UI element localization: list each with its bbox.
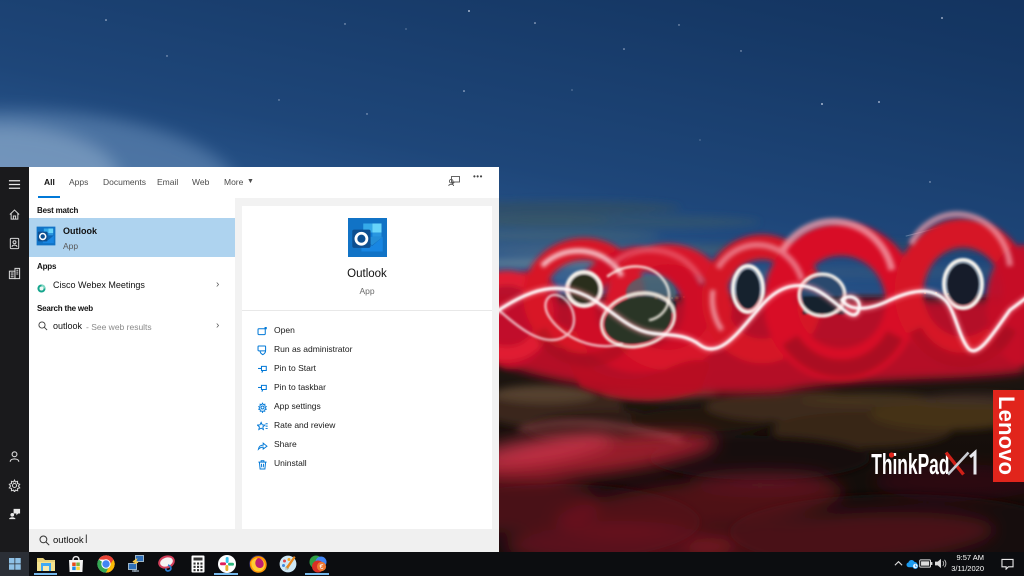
svg-text:€: € bbox=[320, 564, 324, 571]
svg-text:ThinkPad: ThinkPad bbox=[871, 449, 949, 482]
svg-text:Lenovo: Lenovo bbox=[994, 396, 1019, 475]
